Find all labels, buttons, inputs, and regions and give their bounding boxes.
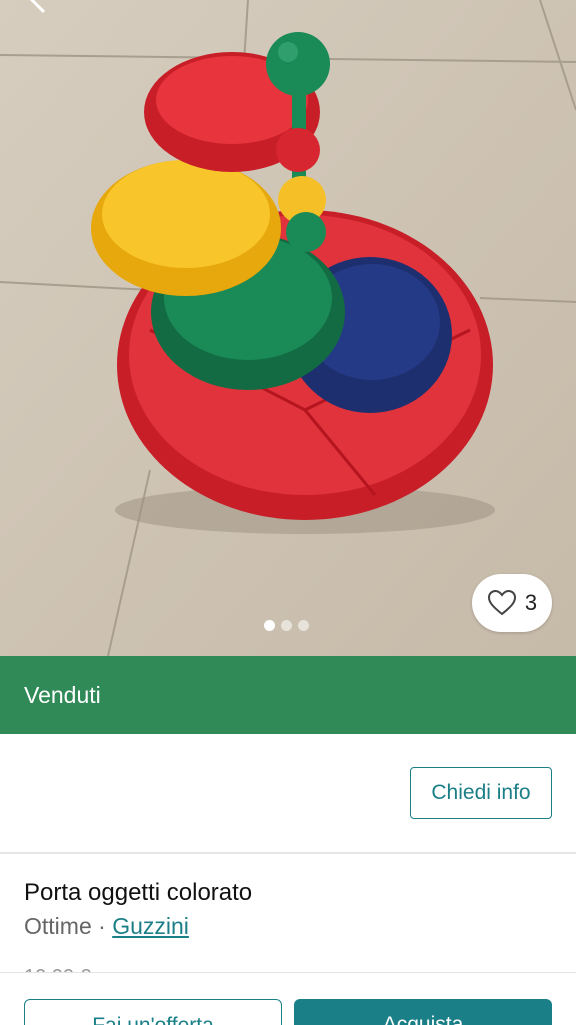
pager-dot[interactable] [298, 620, 309, 631]
item-condition: Ottime [24, 913, 92, 939]
image-pager[interactable] [264, 620, 309, 631]
more-options-icon[interactable] [510, 0, 550, 14]
make-offer-button[interactable]: Fai un'offerta [24, 999, 282, 1025]
product-photo[interactable]: 3 [0, 0, 576, 656]
sold-label: Venduti [24, 681, 101, 708]
back-icon[interactable] [18, 0, 58, 14]
meta-separator: · [91, 913, 113, 939]
favourite-button[interactable]: 3 [472, 574, 552, 632]
brand-link[interactable]: Guzzini [112, 913, 189, 939]
item-meta: Ottime · Guzzini [24, 910, 554, 942]
product-image [0, 0, 576, 656]
pager-dot[interactable] [264, 620, 275, 631]
pager-dot[interactable] [281, 620, 292, 631]
heart-outline-icon [487, 589, 517, 617]
item-details: Porta oggetti colorato Ottime · Guzzini [24, 876, 554, 942]
ask-info-section: Chiedi info [0, 734, 576, 854]
favourite-count: 3 [524, 590, 538, 615]
buy-button[interactable]: Acquista [294, 999, 552, 1025]
sold-status-banner: Venduti [0, 656, 576, 734]
ask-info-button[interactable]: Chiedi info [410, 767, 552, 819]
bottom-action-bar: Fai un'offerta Acquista [0, 972, 576, 1025]
item-title: Porta oggetti colorato [24, 879, 253, 906]
